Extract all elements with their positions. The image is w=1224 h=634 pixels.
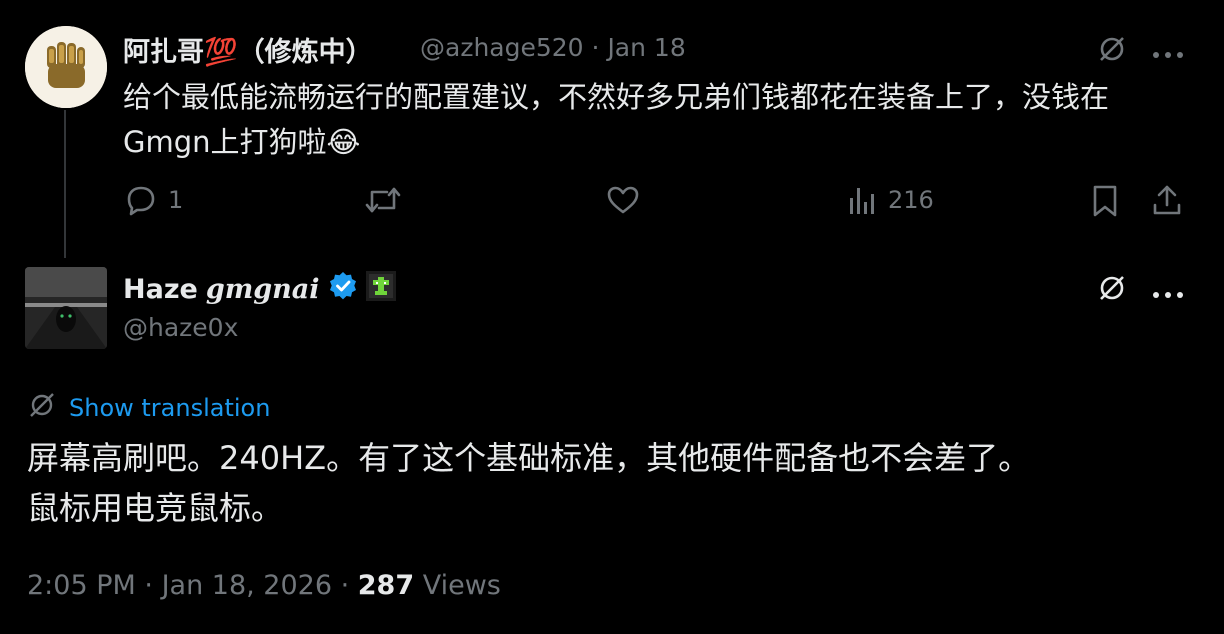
translate-icon: [27, 390, 57, 426]
tweet-text-line: 鼠标用电竞鼠标。: [27, 489, 284, 527]
show-translation[interactable]: Show translation: [27, 390, 270, 426]
affiliate-badge-icon[interactable]: [365, 271, 396, 308]
tweet-text: 给个最低能流畅运行的配置建议，不然好多兄弟们钱都花在装备上了，没钱在 Gmgn上…: [123, 75, 1193, 165]
separator-dot: ·: [144, 570, 162, 601]
bookmark-icon[interactable]: [1090, 184, 1120, 222]
tweet-text-line: 屏幕高刷吧。240HZ。有了这个基础标准，其他硬件配备也不会差了。: [27, 439, 1031, 477]
views-label: Views: [422, 570, 501, 601]
separator-dot: ·: [591, 33, 608, 62]
author-name[interactable]: 阿扎哥💯（修炼中）: [123, 30, 373, 69]
show-translation-link[interactable]: Show translation: [69, 394, 270, 422]
author-name-row[interactable]: Haze gmgnai: [123, 271, 396, 308]
more-icon[interactable]: [1152, 284, 1184, 303]
views-count: 216: [888, 186, 934, 214]
post-date[interactable]: Jan 18: [607, 33, 685, 62]
thread-line: [64, 110, 66, 258]
reply-icon: [124, 184, 158, 216]
like-icon: [605, 184, 641, 216]
grok-icon[interactable]: [1095, 32, 1129, 70]
verified-badge-icon: [328, 271, 358, 308]
reply-button[interactable]: 1: [124, 184, 183, 216]
retweet-button[interactable]: [363, 184, 403, 216]
post-metadata: 2:05 PM · Jan 18, 2026 · 287 Views: [27, 570, 501, 601]
like-button[interactable]: [605, 184, 641, 216]
tweet-text: 屏幕高刷吧。240HZ。有了这个基础标准，其他硬件配备也不会差了。 鼠标用电竞鼠…: [27, 433, 1030, 533]
author-name-script[interactable]: gmgnai: [206, 274, 320, 305]
post-date[interactable]: Jan 18, 2026: [162, 570, 332, 601]
reply-count: 1: [168, 186, 184, 214]
views-count: 287: [357, 570, 415, 601]
author-name[interactable]: Haze: [123, 274, 198, 305]
separator-dot: ·: [340, 570, 358, 601]
author-handle-date[interactable]: @azhage520 · Jan 18: [420, 33, 686, 62]
views-button[interactable]: 216: [848, 184, 934, 216]
share-icon[interactable]: [1151, 183, 1183, 221]
author-handle[interactable]: @haze0x: [123, 313, 238, 342]
grok-icon[interactable]: [1095, 271, 1129, 309]
avatar[interactable]: [25, 26, 107, 108]
retweet-icon: [363, 184, 403, 216]
author-handle[interactable]: @azhage520: [420, 33, 584, 62]
tweet-text-line: Gmgn上打狗啦😂: [123, 125, 361, 159]
tweet-text-line: 给个最低能流畅运行的配置建议，不然好多兄弟们钱都花在装备上了，没钱在: [123, 80, 1110, 114]
post-time[interactable]: 2:05 PM: [27, 570, 136, 601]
more-icon[interactable]: [1152, 44, 1184, 63]
views-icon: [848, 184, 878, 216]
avatar[interactable]: [25, 267, 107, 349]
